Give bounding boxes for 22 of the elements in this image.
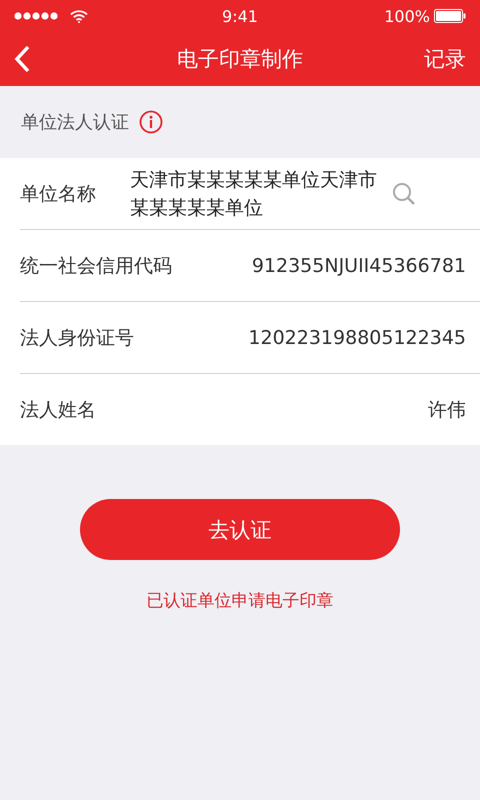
- back-icon: [14, 45, 30, 73]
- field-label: 法人姓名: [20, 398, 96, 422]
- wifi-icon: [70, 10, 88, 22]
- field-label: 统一社会信用代码: [20, 254, 172, 278]
- field-value: 许伟: [428, 398, 466, 422]
- back-button[interactable]: [14, 45, 30, 73]
- verify-button[interactable]: 去认证: [80, 499, 400, 560]
- status-time: 9:41: [222, 6, 258, 26]
- section-title: 单位法人认证: [21, 111, 129, 134]
- records-link[interactable]: 记录: [424, 45, 466, 73]
- field-label: 单位名称: [20, 182, 96, 206]
- battery-percent: 100%: [384, 6, 430, 26]
- battery-icon: [434, 9, 466, 23]
- field-value: 天津市某某某某某单位天津市某某某某某单位: [130, 168, 378, 220]
- field-value: 120223198805122345: [248, 326, 466, 348]
- field-label: 法人身份证号: [20, 326, 134, 350]
- apply-seal-link[interactable]: 已认证单位申请电子印章: [146, 589, 334, 612]
- info-icon[interactable]: [139, 110, 163, 134]
- search-icon[interactable]: [392, 182, 416, 206]
- signal-icon: [14, 12, 58, 20]
- field-value: 912355NJUII45366781: [252, 254, 466, 276]
- page-title: 电子印章制作: [177, 46, 303, 73]
